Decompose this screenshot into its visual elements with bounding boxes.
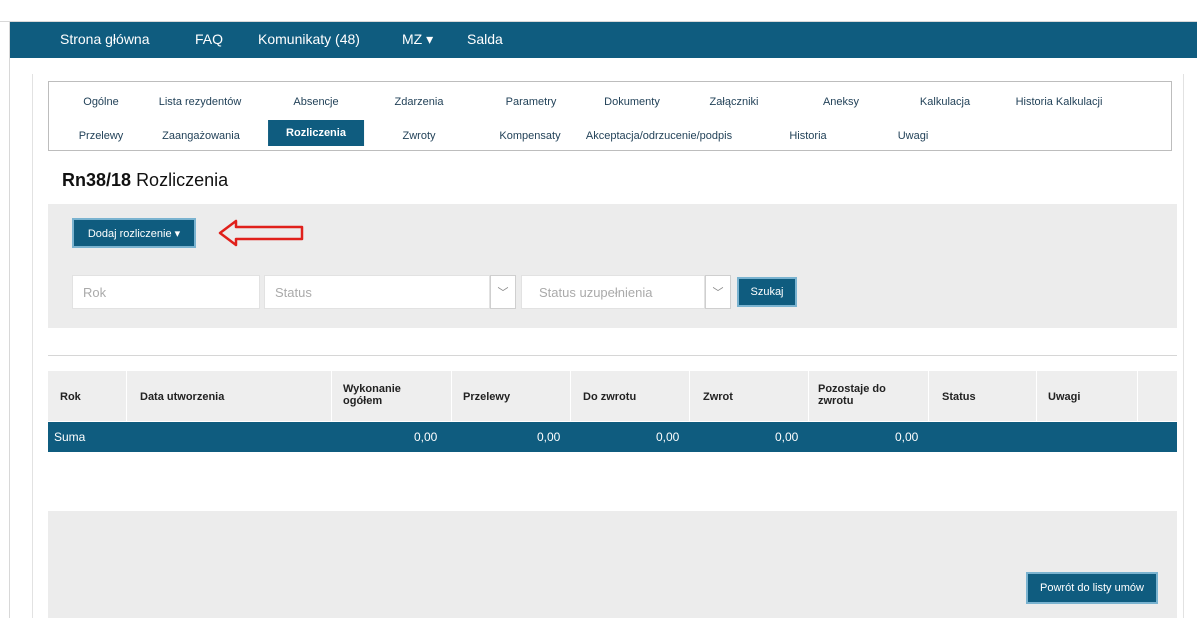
search-button[interactable]: Szukaj [737,277,797,307]
tab-events[interactable]: Zdarzenia [395,96,444,108]
add-settlement-button[interactable]: Dodaj rozliczenie ▾ [72,218,196,248]
window-top-border [0,0,1197,22]
sum-to-return: 0,00 [656,430,680,444]
tab-approval[interactable]: Akceptacja/odrzucenie/podpis [586,130,732,142]
column-separator [808,371,809,421]
th-created-date[interactable]: Data utworzenia [140,391,224,403]
nav-messages[interactable]: Komunikaty (48) [258,31,360,47]
column-separator [570,371,571,421]
tab-transfers[interactable]: Przelewy [79,130,124,142]
th-status[interactable]: Status [942,391,976,403]
tab-residents[interactable]: Lista rezydentów [159,96,242,108]
tabs-container: Ogólne Lista rezydentów Absencje Zdarzen… [48,81,1172,151]
page-name: Rozliczenia [136,170,229,190]
nav-faq[interactable]: FAQ [195,31,223,47]
tab-annexes[interactable]: Aneksy [823,96,859,108]
year-input[interactable]: Rok [72,275,260,309]
column-separator [928,371,929,421]
back-to-contracts-button[interactable]: Powrót do listy umów [1026,572,1158,604]
tab-general[interactable]: Ogólne [83,96,118,108]
completion-status-select[interactable]: Status uzupełnienia [521,275,705,309]
top-navbar: Strona główna FAQ Komunikaty (48) MZ ▾ S… [10,22,1197,58]
contract-code: Rn38/18 [62,170,132,190]
sum-remaining: 0,00 [895,430,919,444]
sum-row [48,422,1177,452]
th-total-execution[interactable]: Wykonanie ogółem [343,383,433,407]
column-separator [1137,371,1138,421]
column-separator [451,371,452,421]
tab-history[interactable]: Historia [789,130,826,142]
th-transfers[interactable]: Przelewy [463,391,510,403]
th-notes[interactable]: Uwagi [1048,391,1080,403]
sum-label: Suma [54,430,86,444]
tab-notes[interactable]: Uwagi [898,130,929,142]
nav-balances[interactable]: Salda [467,31,503,47]
sum-total-execution: 0,00 [414,430,438,444]
window-left-border [0,22,10,618]
column-separator [1036,371,1037,421]
sum-transfers: 0,00 [537,430,561,444]
nav-home[interactable]: Strona główna [60,31,150,47]
th-to-return[interactable]: Do zwrotu [583,391,636,403]
section-divider [48,355,1177,356]
sum-return: 0,00 [775,430,799,444]
tab-attachments[interactable]: Załączniki [710,96,759,108]
column-separator [689,371,690,421]
status-select-chevron-down-icon[interactable]: ﹀ [490,275,516,309]
th-year[interactable]: Rok [60,391,81,403]
tab-calculation[interactable]: Kalkulacja [920,96,970,108]
tab-commitments[interactable]: Zaangażowania [162,130,240,142]
tab-returns[interactable]: Zwroty [403,130,436,142]
th-remaining-to-return[interactable]: Pozostaje do zwrotu [818,383,913,407]
column-separator [331,371,332,421]
th-return[interactable]: Zwrot [703,391,733,403]
bottom-panel [48,511,1177,618]
completion-select-chevron-down-icon[interactable]: ﹀ [705,275,731,309]
tab-offsets[interactable]: Kompensaty [499,130,560,142]
annotation-arrow-icon [218,219,304,247]
tab-calculation-history[interactable]: Historia Kalkulacji [1016,96,1103,108]
tab-settlements[interactable]: Rozliczenia [268,120,364,146]
page-title: Rn38/18 Rozliczenia [62,170,228,191]
tab-absences[interactable]: Absencje [293,96,338,108]
status-select[interactable]: Status [264,275,490,309]
nav-mz-dropdown[interactable]: MZ ▾ [402,31,433,48]
column-separator [126,371,127,421]
tab-documents[interactable]: Dokumenty [604,96,660,108]
tab-parameters[interactable]: Parametry [506,96,557,108]
